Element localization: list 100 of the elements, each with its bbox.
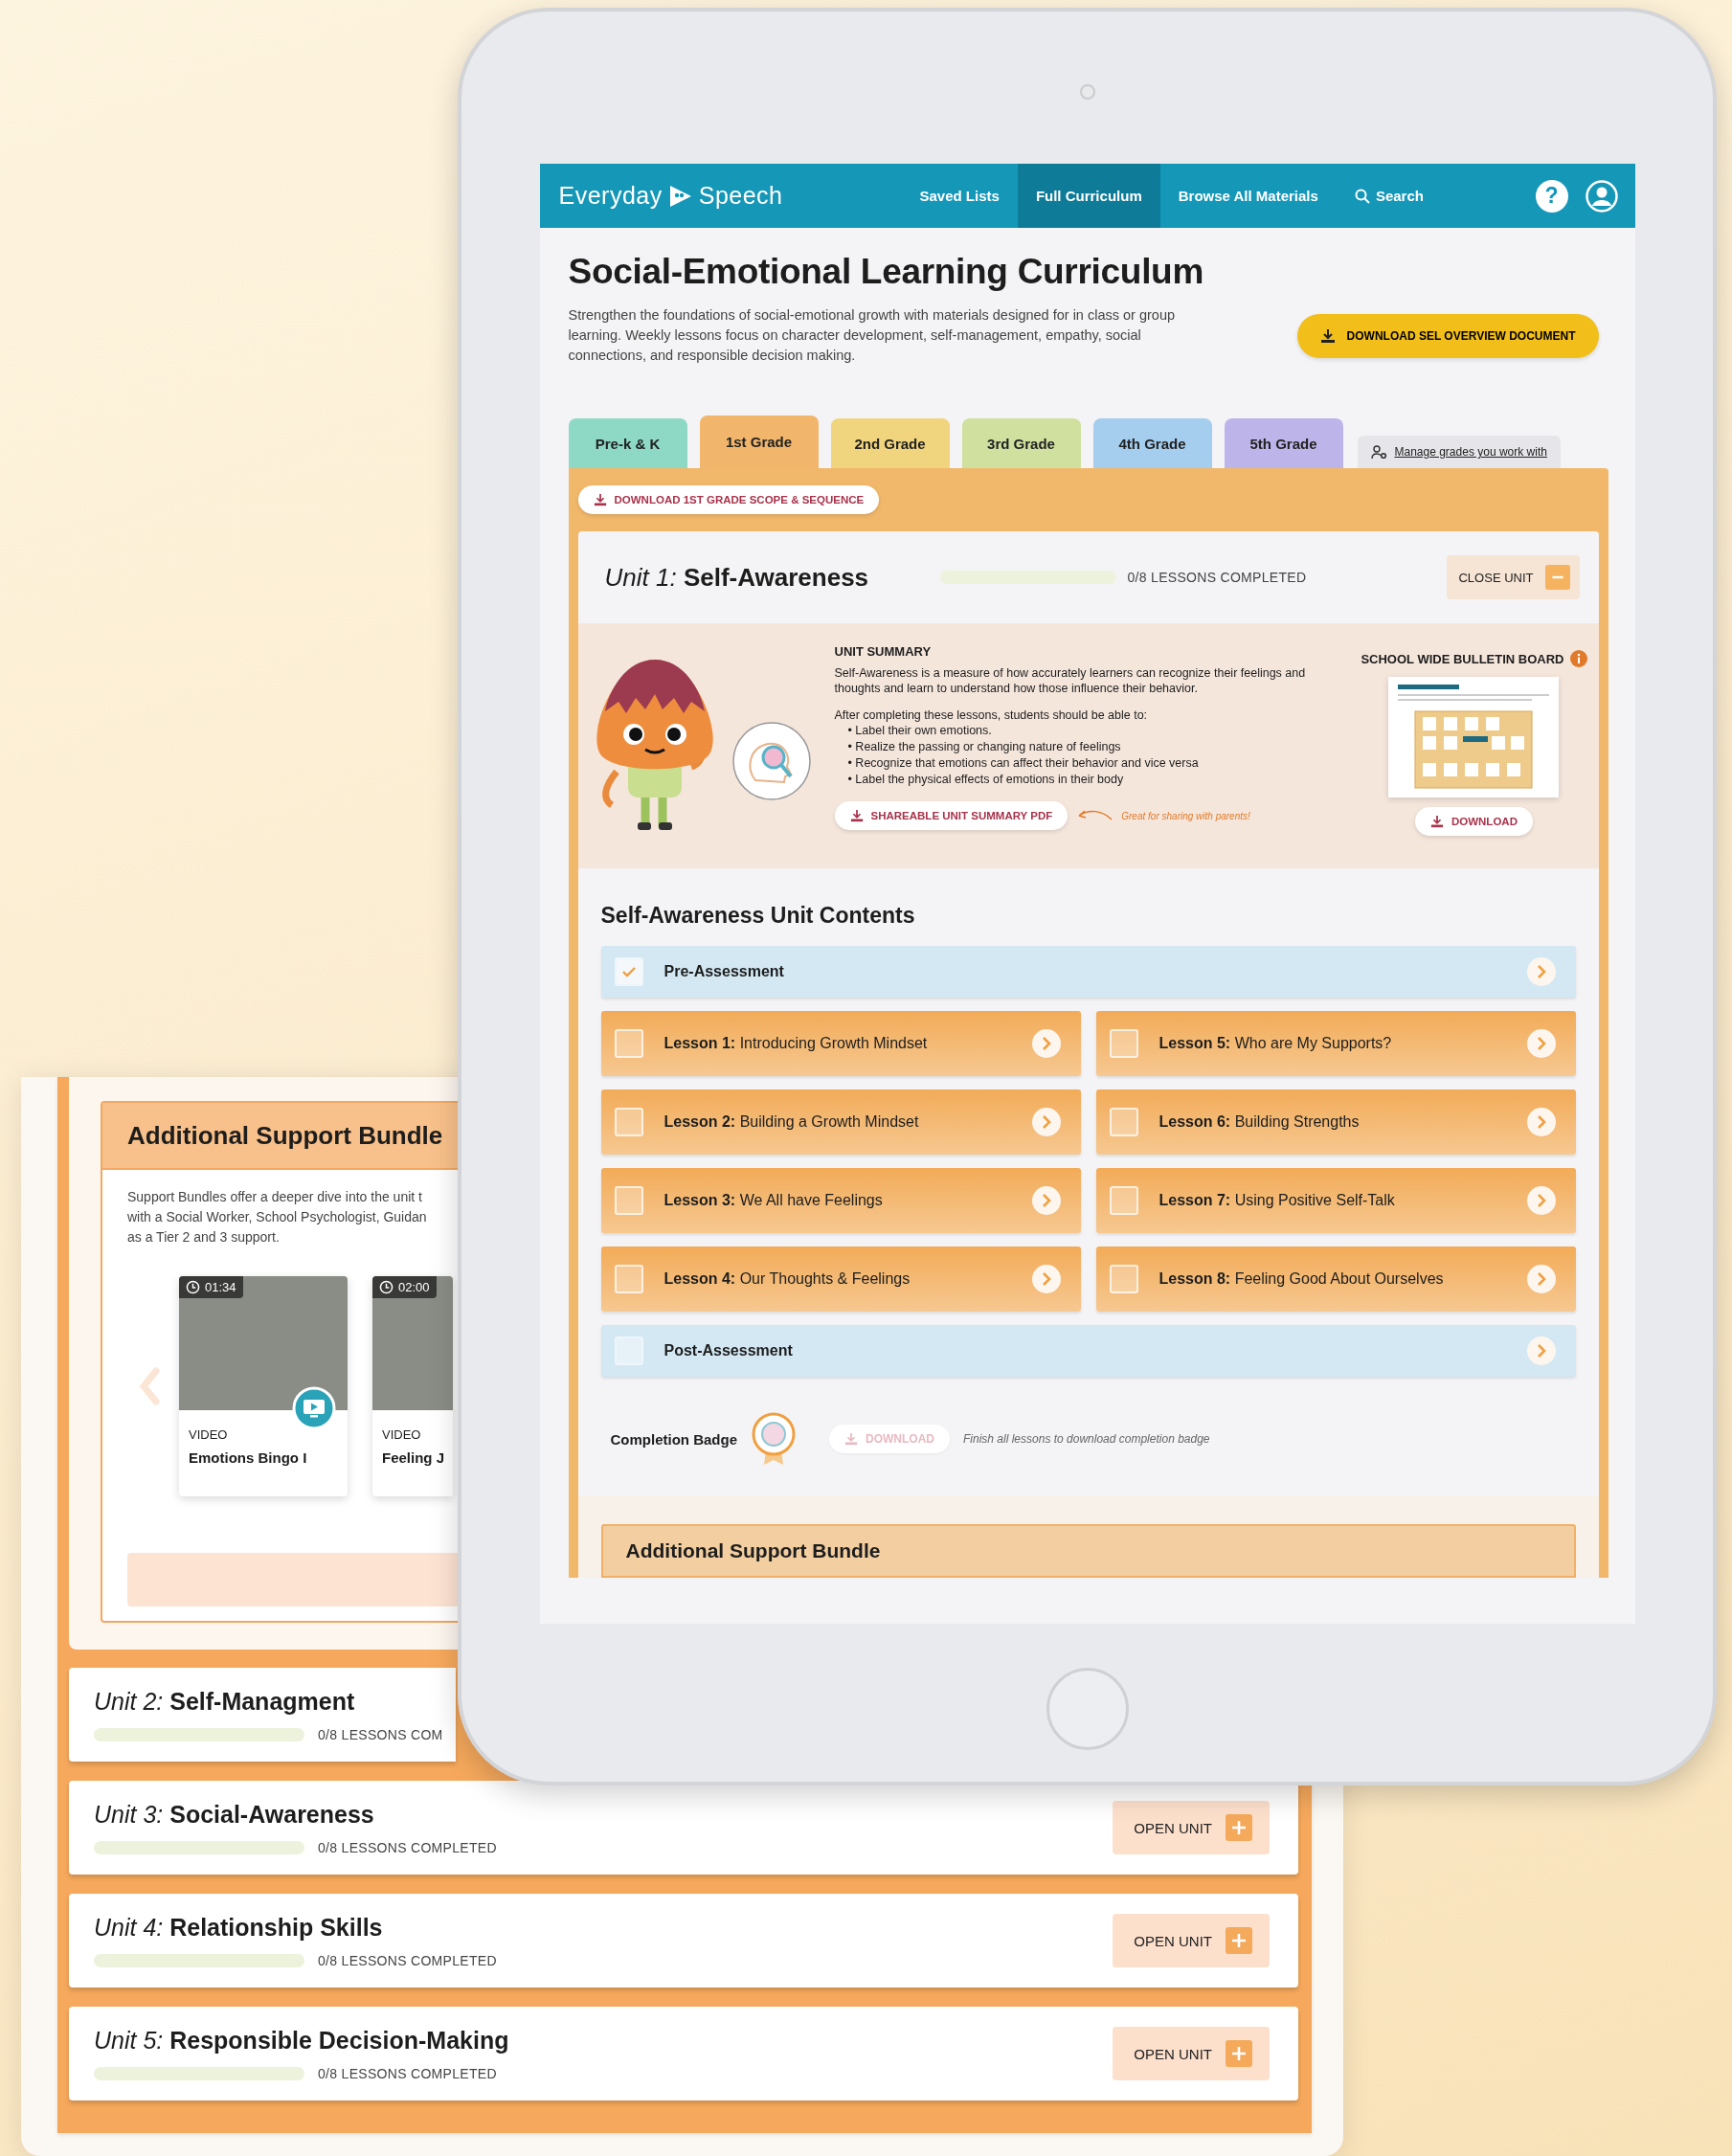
unit-row[interactable]: Unit 4: Relationship Skills 0/8 LESSONS COMPLETED OPEN UNIT	[69, 1894, 1298, 1988]
page-description: Strengthen the foundations of social-emotional growth with materials designed for in class or group learning. Weekly lessons focus on character development, self-management, empathy, social connections, and responsible decision making.	[568, 306, 1177, 365]
progress-label: 0/8 LESSONS COM	[318, 1726, 443, 1742]
video-type-label: VIDEO	[189, 1427, 229, 1442]
grade-tab[interactable]: 4th Grade	[1092, 418, 1212, 468]
close-unit-button[interactable]: CLOSE UNIT	[1447, 555, 1580, 599]
chevron-right-icon[interactable]	[1030, 1107, 1062, 1137]
lesson-row[interactable]: Lesson 5: Who are My Supports?	[1095, 1011, 1576, 1076]
lesson-row[interactable]: Lesson 8: Feeling Good About Ourselves	[1095, 1246, 1576, 1312]
chevron-right-icon[interactable]	[1030, 1264, 1062, 1294]
unit-row[interactable]: Unit 5: Responsible Decision-Making 0/8 LESSONS COMPLETED OPEN UNIT	[69, 2007, 1298, 2100]
item-title: Lesson 7: Using Positive Self-Talk	[1158, 1192, 1396, 1209]
grade-tab[interactable]: 1st Grade	[699, 415, 819, 468]
unit-title: Unit 1: Self-Awareness	[604, 562, 870, 593]
play-icon[interactable]	[292, 1386, 336, 1430]
grade-tab[interactable]: Pre-k & K	[568, 418, 687, 468]
lesson-row[interactable]: Lesson 6: Building Strengths	[1095, 1089, 1576, 1155]
unit-row[interactable]: Unit 3: Social-Awareness 0/8 LESSONS COMPLETED OPEN UNIT	[69, 1781, 1298, 1875]
unit-row[interactable]: Unit 2: Self-Managment 0/8 LESSONS COM	[69, 1668, 456, 1762]
duration-label: 02:00	[398, 1280, 430, 1294]
video-card[interactable]: 01:34 VIDEO Emotions Bingo I	[179, 1276, 348, 1496]
item-title: Lesson 3: We All have Feelings	[664, 1192, 884, 1209]
video-title: Emotions Bingo I	[189, 1449, 308, 1466]
progress-label: 0/8 LESSONS COMPLETED	[318, 1952, 497, 1968]
bulletin-board-title: SCHOOL WIDE BULLETIN BOARD	[1361, 651, 1564, 666]
logo-icon[interactable]	[667, 183, 693, 209]
bulletin-download-button[interactable]: DOWNLOAD	[1414, 807, 1533, 836]
video-type-label: VIDEO	[382, 1427, 422, 1442]
assessment-row[interactable]: Pre-Assessment	[600, 946, 1576, 998]
clock-icon	[186, 1280, 200, 1294]
unit-summary-heading: UNIT SUMMARY	[834, 644, 933, 659]
lesson-row[interactable]: Lesson 4: Our Thoughts & Feelings	[600, 1246, 1081, 1312]
item-title: Post-Assessment	[664, 1342, 794, 1359]
chevron-right-icon[interactable]	[1030, 1185, 1062, 1216]
lesson-row[interactable]: Lesson 3: We All have Feelings	[600, 1168, 1081, 1233]
item-title: Lesson 4: Our Thoughts & Feelings	[664, 1270, 911, 1288]
chevron-right-icon[interactable]	[1525, 1336, 1557, 1366]
item-title: Lesson 2: Building a Growth Mindset	[664, 1113, 920, 1131]
completion-hint: Finish all lessons to download completion badge	[963, 1432, 1210, 1446]
assessment-row[interactable]: Post-Assessment	[600, 1325, 1576, 1377]
unit-summary-text: Self-Awareness is a measure of how accurately learners can recognize their feelings and thoughts and learn to understand how those influence their behavior.	[834, 665, 1307, 696]
plus-icon	[1226, 2040, 1252, 2067]
unit-title: Unit 3: Social-Awareness	[94, 1800, 375, 1829]
minus-icon	[1544, 565, 1570, 590]
video-card[interactable]: 02:00 VIDEO Feeling J	[372, 1276, 453, 1496]
manage-grades-link[interactable]: Manage grades you work with	[1357, 436, 1561, 468]
info-icon[interactable]	[1569, 650, 1587, 667]
lesson-row[interactable]: Lesson 7: Using Positive Self-Talk	[1095, 1168, 1576, 1233]
unit-title: Unit 5: Responsible Decision-Making	[94, 2026, 509, 2055]
item-title: Lesson 8: Feeling Good About Ourselves	[1158, 1270, 1445, 1288]
chevron-right-icon[interactable]	[1525, 1028, 1557, 1059]
video-title: Feeling J	[382, 1449, 446, 1466]
user-icon[interactable]	[1585, 179, 1618, 213]
download-icon	[844, 1432, 858, 1446]
open-unit-button[interactable]: OPEN UNIT	[1113, 1914, 1270, 1967]
progress-label: 0/8 LESSONS COMPLETED	[318, 1839, 497, 1855]
lesson-row[interactable]: Lesson 1: Introducing Growth Mindset	[600, 1011, 1081, 1076]
chevron-right-icon[interactable]	[1525, 1185, 1557, 1216]
grade-tab[interactable]: 2nd Grade	[830, 418, 950, 468]
unit-title: Unit 4: Relationship Skills	[94, 1913, 384, 1942]
summary-bullet: • Recognize that emotions can affect their behavior and vice versa	[847, 755, 1200, 772]
summary-bullet: • Label their own emotions.	[847, 723, 993, 739]
lesson-row[interactable]: Lesson 2: Building a Growth Mindset	[600, 1089, 1081, 1155]
progress-label: 0/8 LESSONS COMPLETED	[318, 2065, 497, 2081]
nav-link[interactable]: Full Curriculum	[1017, 164, 1160, 228]
chevron-right-icon[interactable]	[1525, 1264, 1557, 1294]
download-icon	[849, 809, 864, 822]
shareable-pdf-button[interactable]: SHAREABLE UNIT SUMMARY PDF	[834, 801, 1068, 830]
contents-heading: Self-Awareness Unit Contents	[600, 903, 916, 929]
chevron-right-icon[interactable]	[1525, 956, 1557, 987]
camera-dot	[1079, 84, 1095, 100]
bundle-title: Additional Support Bundle	[600, 1524, 1576, 1578]
item-title: Pre-Assessment	[664, 963, 785, 980]
plus-icon	[1226, 1927, 1252, 1954]
bundle-description: Support Bundles offer a deeper dive into the unit t with a Social Worker, School Psychologist, Guidan as a Tier 2 and 3 support.	[126, 1188, 428, 1246]
checkbox[interactable]	[614, 1336, 643, 1365]
download-icon	[1319, 327, 1336, 344]
summary-bullet: • Realize the passing or changing nature of feelings	[847, 739, 1122, 755]
grade-tab[interactable]: 3rd Grade	[961, 418, 1081, 468]
user-gear-icon	[1370, 444, 1387, 460]
chevron-right-icon[interactable]	[1030, 1028, 1062, 1059]
chevron-right-icon[interactable]	[1525, 1107, 1557, 1137]
search-icon	[1354, 188, 1370, 204]
pdf-note: Great for sharing with parents!	[1121, 810, 1250, 821]
open-unit-button[interactable]: OPEN UNIT	[1113, 2027, 1270, 2080]
item-title: Lesson 1: Introducing Growth Mindset	[664, 1035, 929, 1052]
plus-icon	[1226, 1814, 1252, 1841]
chevron-left-icon[interactable]	[139, 1367, 160, 1405]
open-unit-button[interactable]: OPEN UNIT	[1113, 1801, 1270, 1854]
summary-bullet: • Label the physical effects of emotions in their body	[847, 772, 1125, 788]
grade-tab[interactable]: 5th Grade	[1224, 418, 1343, 468]
item-title: Lesson 5: Who are My Supports?	[1158, 1035, 1393, 1052]
checkbox[interactable]	[614, 957, 643, 986]
duration-label: 01:34	[205, 1280, 236, 1294]
download-scope-button[interactable]: DOWNLOAD 1ST GRADE SCOPE & SEQUENCE	[577, 485, 880, 514]
clock-icon	[379, 1280, 394, 1294]
download-overview-button[interactable]: DOWNLOAD SEL OVERVIEW DOCUMENT	[1296, 313, 1599, 358]
progress-label: 0/8 LESSONS COMPLETED	[1127, 570, 1307, 585]
download-icon	[1429, 815, 1444, 828]
download-icon	[593, 493, 607, 506]
